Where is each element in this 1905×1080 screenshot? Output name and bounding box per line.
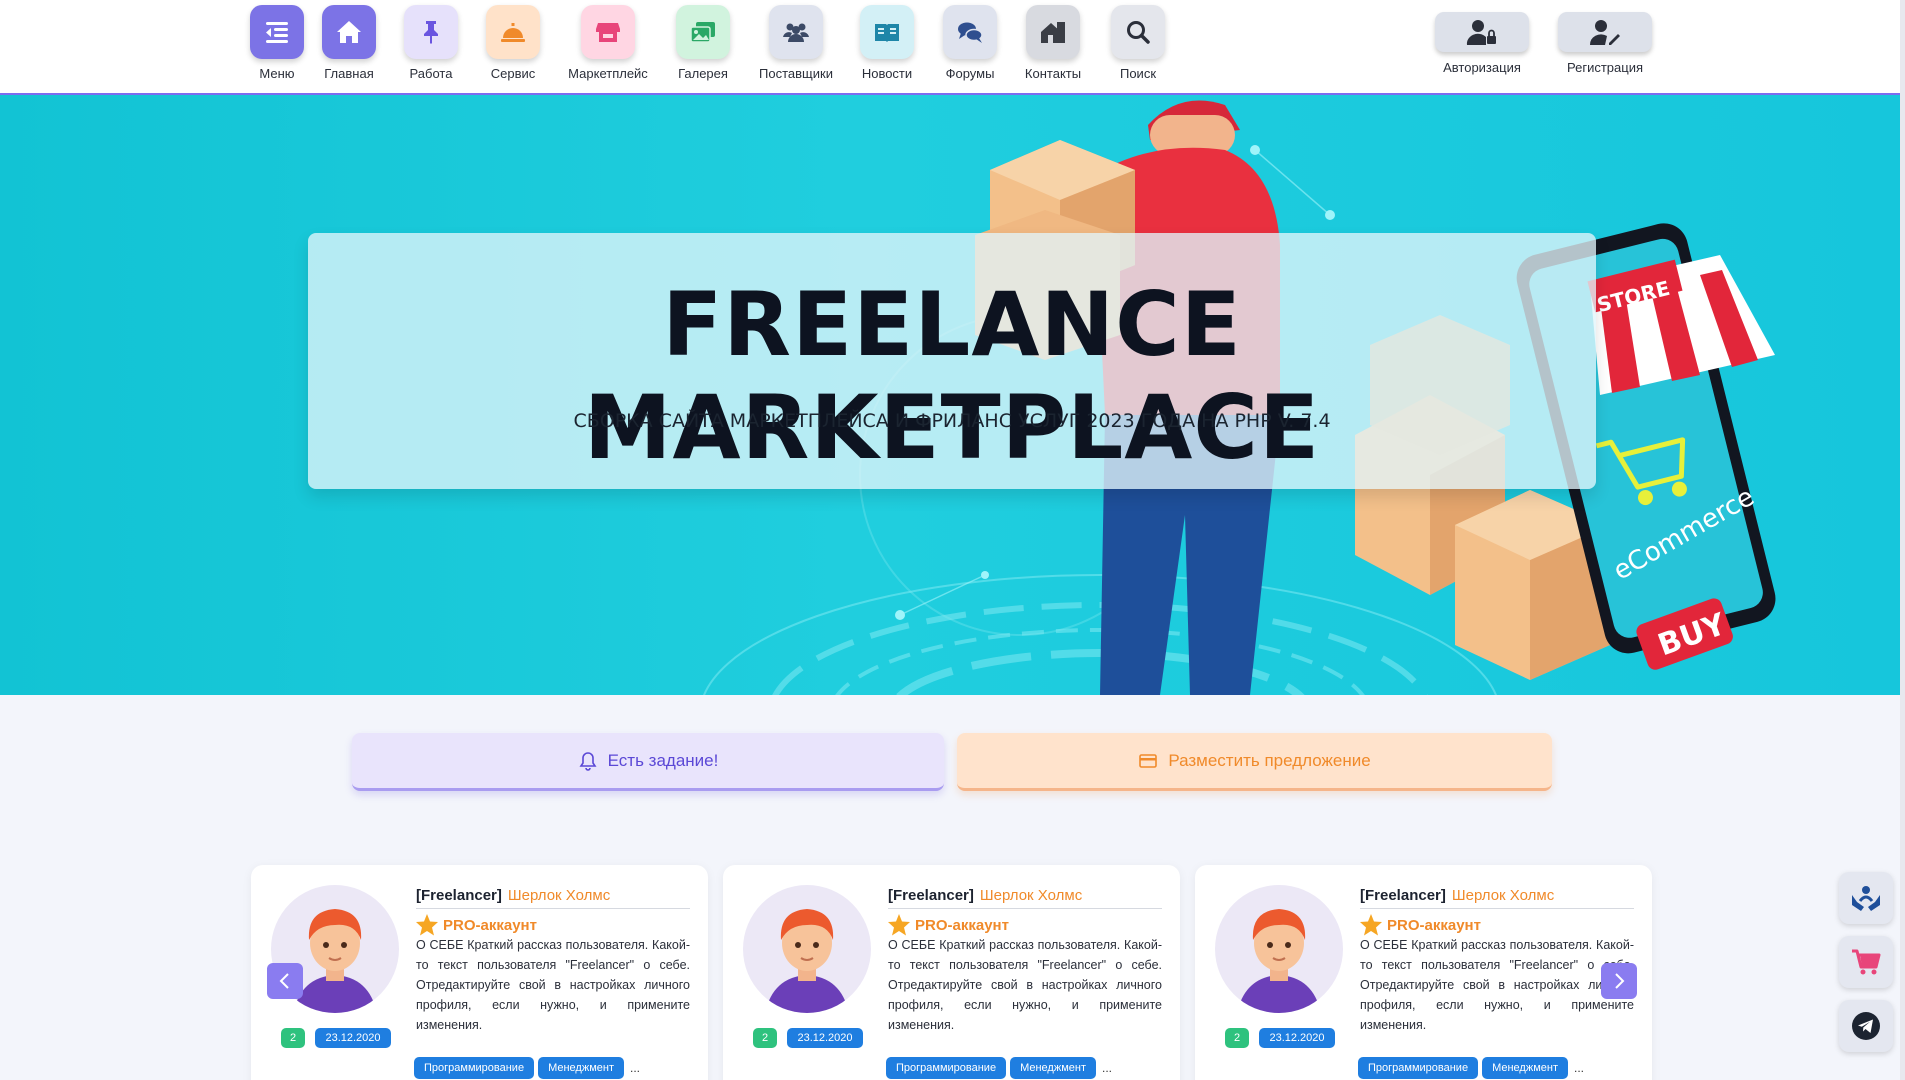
- freelancer-card[interactable]: 2 23.12.2020 [Freelancer] Шерлок Холмс PR…: [251, 865, 708, 1080]
- chevron-right-icon: [1615, 973, 1625, 989]
- rating-count-badge: 2: [281, 1028, 305, 1048]
- nav-label: Маркетплейс: [568, 66, 648, 81]
- nav-label: Галерея: [678, 66, 728, 81]
- user-name-link[interactable]: Шерлок Холмс: [980, 887, 1082, 904]
- suppliers-icon: [769, 5, 823, 59]
- nav-label: Новости: [861, 66, 913, 81]
- card-header: [Freelancer] Шерлок Холмс: [1360, 887, 1634, 909]
- date-badge: 23.12.2020: [315, 1028, 391, 1048]
- nav-label: Меню: [259, 66, 295, 81]
- rating-count-badge: 2: [1225, 1028, 1249, 1048]
- nav-item-search[interactable]: Поиск: [1098, 5, 1178, 81]
- support-button[interactable]: [1839, 872, 1893, 924]
- forum-icon: [943, 5, 997, 59]
- pro-label: PRO-аккаунт: [1387, 916, 1481, 934]
- tag-list: Программирование Менеджмент ...: [414, 1057, 640, 1079]
- hero-banner: STORE eCommerce BUY FREELANCE MARKETPLAC…: [0, 95, 1905, 695]
- nav-item-gallery[interactable]: Галерея: [663, 5, 743, 81]
- role-label: [Freelancer]: [888, 887, 974, 904]
- hero-title-card: FREELANCE MARKETPLACE СБОРКА САЙТА МАРКЕ…: [308, 233, 1596, 489]
- role-label: [Freelancer]: [1360, 887, 1446, 904]
- about-text: О СЕБЕ Краткий рассказ пользователя. Как…: [888, 938, 1162, 1032]
- nav-item-work[interactable]: Работа: [391, 5, 471, 81]
- register-button[interactable]: Регистрация: [1555, 12, 1655, 75]
- cart-icon: [1852, 949, 1881, 975]
- bell-icon: [579, 751, 597, 771]
- tag-management[interactable]: Менеджмент: [1010, 1057, 1097, 1079]
- tag-more[interactable]: ...: [1102, 1061, 1112, 1075]
- nav-item-forums[interactable]: Форумы: [930, 5, 1010, 81]
- role-label: [Freelancer]: [416, 887, 502, 904]
- support-icon: [1852, 886, 1880, 911]
- freelancer-card[interactable]: 2 23.12.2020 [Freelancer] Шерлок Холмс PR…: [723, 865, 1180, 1080]
- post-offer-label: Разместить предложение: [1168, 750, 1371, 770]
- card-header: [Freelancer] Шерлок Холмс: [416, 887, 690, 909]
- contacts-icon: [1026, 5, 1080, 59]
- post-offer-button[interactable]: Разместить предложение: [957, 733, 1552, 791]
- nav-label: Поиск: [1119, 66, 1157, 81]
- tag-programming[interactable]: Программирование: [414, 1057, 535, 1079]
- date-badge: 23.12.2020: [1259, 1028, 1335, 1048]
- login-button[interactable]: Авторизация: [1432, 12, 1532, 75]
- page-scrollbar[interactable]: [1900, 0, 1905, 1080]
- nav-label: Сервис: [490, 66, 536, 81]
- tag-more[interactable]: ...: [1574, 1061, 1584, 1075]
- telegram-button[interactable]: [1839, 1000, 1893, 1052]
- nav-item-news[interactable]: Новости: [847, 5, 927, 81]
- pro-label: PRO-аккаунт: [915, 916, 1009, 934]
- user-name-link[interactable]: Шерлок Холмс: [1452, 887, 1554, 904]
- news-icon: [860, 5, 914, 59]
- tag-programming[interactable]: Программирование: [886, 1057, 1007, 1079]
- nav-label: Главная: [324, 66, 374, 81]
- post-task-button[interactable]: Есть задание!: [352, 733, 944, 791]
- nav-item-home[interactable]: Главная: [309, 5, 389, 81]
- service-bell-icon: [486, 5, 540, 59]
- nav-item-menu[interactable]: Меню: [237, 5, 317, 81]
- carousel-prev-button[interactable]: [267, 963, 303, 999]
- nav-item-suppliers[interactable]: Поставщики: [756, 5, 836, 81]
- freelancer-card[interactable]: 2 23.12.2020 [Freelancer] Шерлок Холмс PR…: [1195, 865, 1652, 1080]
- avatar[interactable]: [743, 885, 871, 1013]
- tag-list: Программирование Менеджмент ...: [1358, 1057, 1584, 1079]
- user-lock-icon: [1435, 12, 1529, 52]
- nav-label: Контакты: [1024, 66, 1082, 81]
- nav-label: Работа: [409, 66, 453, 81]
- nav-item-service[interactable]: Сервис: [473, 5, 553, 81]
- pro-label: PRO-аккаунт: [443, 916, 537, 934]
- tag-list: Программирование Менеджмент ...: [886, 1057, 1112, 1079]
- menu-icon: [250, 5, 304, 59]
- about-text: О СЕБЕ Краткий рассказ пользователя. Как…: [1360, 938, 1634, 1032]
- user-edit-icon: [1558, 12, 1652, 52]
- telegram-icon: [1852, 1012, 1880, 1040]
- login-label: Авторизация: [1443, 60, 1521, 75]
- user-name-link[interactable]: Шерлок Холмс: [508, 887, 610, 904]
- home-icon: [322, 5, 376, 59]
- about-text: О СЕБЕ Краткий рассказ пользователя. Как…: [416, 938, 690, 1032]
- hero-subtitle: СБОРКА САЙТА МАРКЕТПЛЕЙСА И ФРИЛАНС УСЛУ…: [573, 410, 1331, 432]
- gallery-icon: [676, 5, 730, 59]
- top-navbar: Меню Главная Работа Сервис Маркетплейс Г…: [0, 0, 1905, 95]
- nav-label: Форумы: [945, 66, 995, 81]
- chevron-left-icon: [279, 973, 289, 989]
- post-task-label: Есть задание!: [607, 750, 719, 770]
- cart-button[interactable]: [1839, 936, 1893, 988]
- tag-more[interactable]: ...: [630, 1061, 640, 1075]
- hero-title: FREELANCE MARKETPLACE: [583, 273, 1321, 479]
- card-header: [Freelancer] Шерлок Холмс: [888, 887, 1162, 909]
- avatar[interactable]: [1215, 885, 1343, 1013]
- search-icon: [1111, 5, 1165, 59]
- rating-count-badge: 2: [753, 1028, 777, 1048]
- carousel-next-button[interactable]: [1601, 963, 1637, 999]
- pin-icon: [404, 5, 458, 59]
- nav-item-marketplace[interactable]: Маркетплейс: [568, 5, 648, 81]
- nav-label: Поставщики: [759, 66, 833, 81]
- date-badge: 23.12.2020: [787, 1028, 863, 1048]
- credit-card-icon: [1139, 753, 1158, 768]
- tag-management[interactable]: Менеджмент: [538, 1057, 625, 1079]
- tag-programming[interactable]: Программирование: [1358, 1057, 1479, 1079]
- tag-management[interactable]: Менеджмент: [1482, 1057, 1569, 1079]
- store-icon: [581, 5, 635, 59]
- register-label: Регистрация: [1567, 60, 1643, 75]
- nav-item-contacts[interactable]: Контакты: [1013, 5, 1093, 81]
